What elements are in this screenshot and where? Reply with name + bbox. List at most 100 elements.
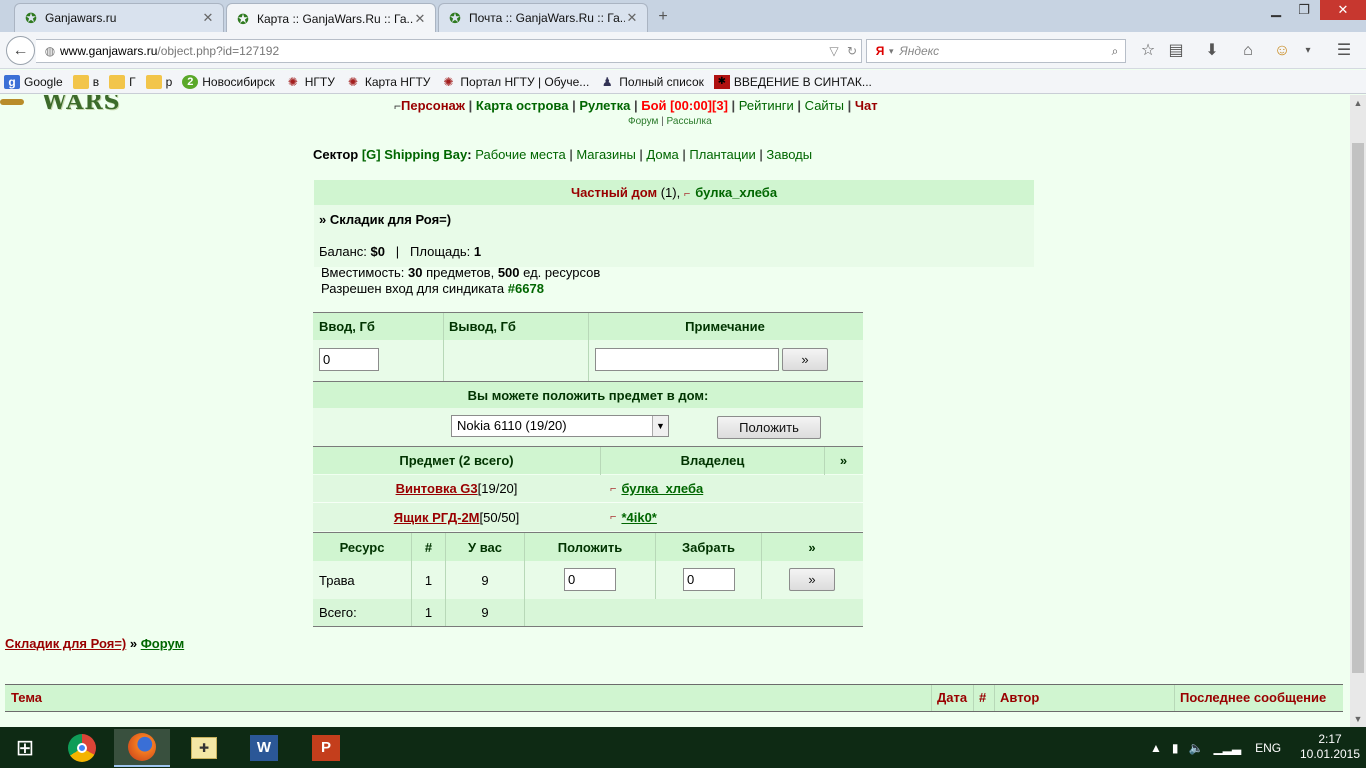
money-submit-button[interactable]: » bbox=[782, 348, 828, 371]
tab-close-icon[interactable]: ✕ bbox=[201, 10, 215, 26]
folder-icon bbox=[109, 74, 126, 89]
menu-roulette[interactable]: Рулетка bbox=[579, 98, 630, 113]
bookmark-folder-r[interactable]: р bbox=[145, 74, 172, 89]
submenu-mailing[interactable]: Рассылка bbox=[667, 116, 712, 127]
sector-name-link[interactable]: [G] Shipping Bay bbox=[362, 147, 467, 162]
house-owner-link[interactable]: булка_хлеба bbox=[695, 185, 777, 200]
sector-link-plantations[interactable]: Плантации bbox=[689, 147, 755, 162]
network-icon[interactable]: ▁▂▃ bbox=[1213, 741, 1241, 755]
home-icon[interactable]: ⌂ bbox=[1236, 40, 1260, 62]
item-cell: Ящик РГД-2М [50/50] bbox=[313, 503, 600, 531]
taskbar-app-icon[interactable]: ✚ bbox=[176, 729, 232, 767]
addon-dropdown-icon[interactable]: ▾ bbox=[1296, 40, 1320, 62]
search-box[interactable]: Я ▾ Яндекс ⌕ bbox=[866, 39, 1126, 63]
capacity-resources-unit: ед. ресурсов bbox=[519, 265, 601, 280]
taskbar-chrome-icon[interactable] bbox=[54, 729, 110, 767]
menu-island-map[interactable]: Карта острова bbox=[476, 98, 569, 113]
tab-close-icon[interactable]: ✕ bbox=[413, 11, 427, 27]
folder-icon bbox=[72, 74, 89, 89]
windows-start-icon[interactable]: ⊞ bbox=[0, 727, 50, 768]
sector-link-houses[interactable]: Дома bbox=[646, 147, 678, 162]
tab-mail[interactable]: ✪ Почта :: GanjaWars.Ru :: Га... ✕ bbox=[438, 3, 648, 32]
money-note-input[interactable] bbox=[595, 348, 779, 371]
resource-put-input[interactable]: 0 bbox=[564, 568, 616, 591]
bookmark-full-list[interactable]: ♟ Полный список bbox=[599, 75, 704, 89]
battery-icon[interactable]: ▮ bbox=[1172, 741, 1179, 755]
language-indicator[interactable]: ENG bbox=[1255, 741, 1281, 755]
site-logo[interactable]: WARS bbox=[0, 95, 130, 117]
tab-ganjawars[interactable]: ✪ Ganjawars.ru ✕ bbox=[14, 3, 224, 32]
scroll-down-icon[interactable]: ▼ bbox=[1350, 711, 1366, 727]
bookmark-novosibirsk[interactable]: 2 Новосибирск bbox=[182, 74, 275, 89]
item-link[interactable]: Винтовка G3 bbox=[396, 481, 478, 496]
sector-link-factories[interactable]: Заводы bbox=[766, 147, 812, 162]
page-scrollbar[interactable]: ▲ ▼ bbox=[1350, 95, 1366, 727]
reload-icon[interactable]: ↻ bbox=[843, 44, 861, 58]
maximize-icon[interactable]: ❐ bbox=[1290, 0, 1318, 20]
divider bbox=[445, 533, 446, 626]
header-res-more[interactable]: » bbox=[762, 533, 862, 561]
taskbar-word-icon[interactable]: W bbox=[236, 729, 292, 767]
syndicate-link[interactable]: #6678 bbox=[508, 281, 544, 296]
bookmark-star-icon[interactable]: ☆ bbox=[1136, 40, 1160, 62]
menu-chat[interactable]: Чат bbox=[855, 98, 878, 113]
reading-list-icon[interactable]: ▤ bbox=[1164, 40, 1188, 62]
sector-link-shops[interactable]: Магазины bbox=[576, 147, 636, 162]
minimize-icon[interactable]: ▁ bbox=[1262, 0, 1290, 20]
breadcrumb-storage-link[interactable]: Складик для Роя=) bbox=[5, 636, 126, 651]
breadcrumb-forum-link[interactable]: Форум bbox=[141, 636, 184, 651]
bookmark-label: Г bbox=[129, 74, 136, 89]
taskbar-firefox-icon[interactable] bbox=[114, 729, 170, 767]
header-topic: Тема bbox=[11, 690, 43, 705]
taskbar-clock[interactable]: 2:17 10.01.2015 bbox=[1296, 732, 1364, 762]
tray-arrow-icon[interactable]: ▲ bbox=[1150, 741, 1162, 755]
back-arrow-icon[interactable]: ← bbox=[6, 36, 35, 65]
addon-face-icon[interactable]: ☺ bbox=[1270, 40, 1294, 62]
put-item-button[interactable]: Положить bbox=[717, 416, 821, 439]
header-note: Примечание bbox=[589, 313, 861, 340]
bookmark-label: Портал НГТУ | Обуче... bbox=[460, 74, 590, 89]
owner-cell: ⌐ булка_хлеба bbox=[610, 475, 703, 502]
bookmark-syntax[interactable]: ✱ ВВЕДЕНИЕ В СИНТАК... bbox=[713, 74, 872, 89]
forum-breadcrumb: Складик для Роя=) » Форум bbox=[5, 636, 184, 651]
window-close-icon[interactable]: ✕ bbox=[1320, 0, 1366, 20]
bookmark-ngtu[interactable]: ✺ НГТУ bbox=[285, 75, 335, 89]
taskbar-powerpoint-icon[interactable]: P bbox=[298, 729, 354, 767]
resource-submit-button[interactable]: » bbox=[789, 568, 835, 591]
menu-icon[interactable]: ☰ bbox=[1332, 40, 1356, 62]
item-select[interactable]: Nokia 6110 (19/20) ▼ bbox=[451, 415, 669, 437]
bookmark-folder-v[interactable]: в bbox=[72, 74, 99, 89]
menu-character[interactable]: Персонаж bbox=[401, 98, 465, 113]
menu-battle[interactable]: Бой [00:00][3] bbox=[641, 98, 728, 113]
item-link[interactable]: Ящик РГД-2М bbox=[394, 510, 480, 525]
bookmark-ngtu-map[interactable]: ✺ Карта НГТУ bbox=[345, 75, 431, 89]
money-in-input[interactable]: 0 bbox=[319, 348, 379, 371]
search-icon[interactable]: ⌕ bbox=[1105, 44, 1125, 59]
scrollbar-thumb[interactable] bbox=[1352, 143, 1364, 673]
submenu-forum[interactable]: Форум bbox=[628, 116, 658, 127]
site-submenu: Форум | Рассылка bbox=[628, 116, 712, 127]
tab-close-icon[interactable]: ✕ bbox=[625, 10, 639, 26]
total-have: 9 bbox=[481, 605, 489, 620]
menu-sites[interactable]: Сайты bbox=[805, 98, 844, 113]
item-durability: [19/20] bbox=[477, 481, 518, 496]
volume-icon[interactable]: 🔈 bbox=[1189, 741, 1204, 755]
new-tab-button[interactable]: + bbox=[652, 8, 674, 26]
house-count: (1), bbox=[657, 185, 684, 200]
menu-ratings[interactable]: Рейтинги bbox=[739, 98, 794, 113]
resource-take-input[interactable]: 0 bbox=[683, 568, 735, 591]
downloads-icon[interactable]: ⬇ bbox=[1200, 40, 1224, 62]
owner-link[interactable]: *4ik0* bbox=[621, 510, 656, 525]
sector-link-workplaces[interactable]: Рабочие места bbox=[475, 147, 565, 162]
dropdown-arrow-icon[interactable]: ▽ bbox=[825, 44, 843, 58]
folder-icon bbox=[145, 74, 162, 89]
bookmark-folder-g[interactable]: Г bbox=[109, 74, 136, 89]
header-items-more[interactable]: » bbox=[825, 447, 862, 474]
bookmark-google[interactable]: g Google bbox=[4, 74, 63, 89]
bookmark-ngtu-portal[interactable]: ✺ Портал НГТУ | Обуче... bbox=[440, 75, 589, 89]
owner-link[interactable]: булка_хлеба bbox=[621, 481, 703, 496]
tab-map[interactable]: ✪ Карта :: GanjaWars.Ru :: Га... ✕ bbox=[226, 3, 436, 33]
scroll-up-icon[interactable]: ▲ bbox=[1350, 95, 1366, 111]
paint-app-icon: ✚ bbox=[191, 737, 217, 759]
address-bar[interactable]: ◍ www.ganjawars.ru/object.php?id=127192 … bbox=[36, 39, 862, 63]
